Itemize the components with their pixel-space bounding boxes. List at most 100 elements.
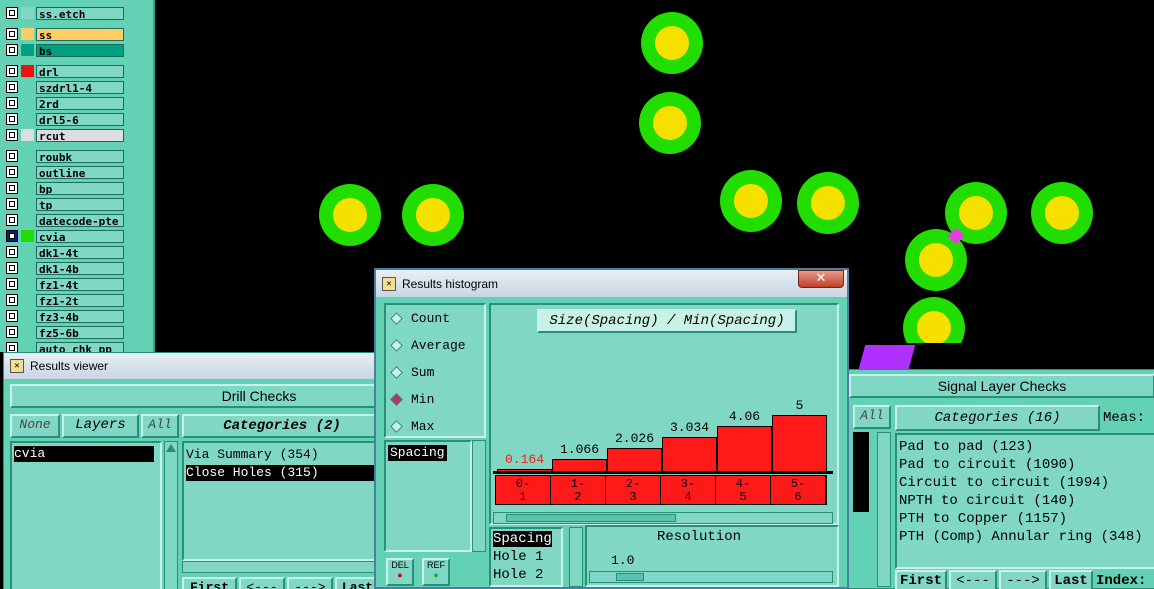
layer-row[interactable]: fz5-6b (6, 325, 124, 339)
layer-name[interactable]: fz1-4t (36, 277, 124, 291)
layer-color-swatch[interactable] (21, 44, 34, 56)
category-label[interactable]: 2- 3 (606, 476, 661, 504)
via-pad[interactable] (639, 92, 701, 154)
layer-name[interactable]: szdrl1-4 (36, 80, 124, 94)
layer-checkbox[interactable] (6, 7, 18, 19)
layer-color-swatch[interactable] (21, 150, 34, 162)
all-button[interactable]: All (141, 414, 179, 438)
scroll-up-icon[interactable] (166, 444, 176, 452)
layer-checkbox[interactable] (6, 65, 18, 77)
layer-list[interactable]: cvia (10, 441, 162, 589)
close-button[interactable]: ✕ (798, 270, 844, 288)
layer-color-swatch[interactable] (21, 28, 34, 40)
histogram-bar[interactable] (607, 448, 662, 471)
layer-row[interactable]: rcut (6, 128, 124, 142)
layer-checkbox[interactable] (6, 44, 18, 56)
layer-name[interactable]: drl5-6 (36, 112, 124, 126)
measure-item[interactable]: Spacing (493, 531, 552, 547)
layer-name[interactable]: dk1-4b (36, 261, 124, 275)
category-label[interactable]: 5- 6 (771, 476, 826, 504)
layer-checkbox[interactable] (6, 294, 18, 306)
category-item[interactable]: PTH (Comp) Annular ring (348) (899, 529, 1143, 545)
via-pad[interactable] (1031, 182, 1093, 244)
layer-color-swatch[interactable] (21, 246, 34, 258)
histogram-bar[interactable] (662, 437, 717, 471)
histogram-bar[interactable] (717, 426, 772, 471)
attribute-list-scrollbar[interactable] (472, 440, 486, 552)
layer-row[interactable]: 2rd (6, 96, 124, 110)
prev-button[interactable]: <--- (949, 570, 997, 589)
category-item[interactable]: Circuit to circuit (1994) (899, 475, 1109, 491)
measure-item[interactable]: Hole 2 (493, 567, 543, 583)
scroll-thumb[interactable] (506, 514, 676, 522)
layer-list-scrollbar[interactable] (877, 432, 891, 587)
measure-item[interactable]: Hole 1 (493, 549, 543, 565)
first-button[interactable]: First (895, 570, 947, 589)
layer-checkbox[interactable] (6, 182, 18, 194)
categories-hscroll[interactable] (182, 561, 382, 573)
layer-name[interactable]: ss (36, 27, 124, 41)
attribute-list[interactable]: Spacing (384, 440, 472, 552)
layer-row[interactable]: dk1-4t (6, 245, 124, 259)
layer-checkbox[interactable] (6, 28, 18, 40)
layer-checkbox[interactable] (6, 97, 18, 109)
categories-list[interactable]: Via Summary (354) Close Holes (315) (182, 441, 382, 561)
layer-checkbox[interactable] (6, 129, 18, 141)
layer-checkbox[interactable] (6, 326, 18, 338)
layer-checkbox[interactable] (6, 230, 18, 242)
layer-color-swatch[interactable] (21, 97, 34, 109)
layer-row[interactable]: outline (6, 165, 124, 179)
layer-color-swatch[interactable] (21, 214, 34, 226)
all-button[interactable]: All (853, 405, 891, 429)
layer-name[interactable]: outline (36, 165, 124, 179)
category-label[interactable]: 0- 1 (496, 476, 551, 504)
via-pad[interactable] (720, 170, 782, 232)
category-label[interactable]: 4- 5 (716, 476, 771, 504)
layers-button[interactable]: Layers (62, 414, 139, 438)
category-label[interactable]: 1- 2 (551, 476, 606, 504)
layer-color-swatch[interactable] (21, 182, 34, 194)
histogram-titlebar[interactable]: ✕ Results histogram (376, 270, 847, 297)
layer-color-swatch[interactable] (21, 65, 34, 77)
via-pad[interactable] (319, 184, 381, 246)
layer-checkbox[interactable] (6, 113, 18, 125)
ref-button[interactable]: REF ● (422, 558, 450, 586)
layer-color-swatch[interactable] (21, 166, 34, 178)
prev-button[interactable]: <--- (239, 577, 285, 589)
category-item[interactable]: Via Summary (354) (186, 447, 319, 463)
layer-checkbox[interactable] (6, 278, 18, 290)
category-label[interactable]: 3- 4 (661, 476, 716, 504)
layer-name[interactable]: dk1-4t (36, 245, 124, 259)
layer-name[interactable]: fz1-2t (36, 293, 124, 307)
last-button[interactable]: Last (1049, 570, 1093, 589)
results-viewer-titlebar[interactable]: ✕ Results viewer (4, 353, 382, 379)
via-pad[interactable] (641, 12, 703, 74)
layer-row[interactable]: bs (6, 43, 124, 57)
category-item[interactable]: Pad to pad (123) (899, 439, 1033, 455)
layer-row[interactable]: ss (6, 27, 124, 41)
list-item[interactable]: Spacing (388, 445, 447, 461)
layer-color-swatch[interactable] (21, 198, 34, 210)
layer-row[interactable]: dk1-4b (6, 261, 124, 275)
radio-max[interactable]: Max (390, 419, 434, 434)
layer-color-swatch[interactable] (21, 81, 34, 93)
layer-name[interactable]: roubk (36, 149, 124, 163)
layer-color-swatch[interactable] (21, 278, 34, 290)
del-button[interactable]: DEL ● (386, 558, 414, 586)
layer-name[interactable]: rcut (36, 128, 124, 142)
category-item[interactable]: PTH to Copper (1157) (899, 511, 1067, 527)
layer-color-swatch[interactable] (21, 7, 34, 19)
layer-name[interactable]: cvia (36, 229, 124, 243)
next-button[interactable]: ---> (287, 577, 333, 589)
layer-checkbox[interactable] (6, 246, 18, 258)
layer-checkbox[interactable] (6, 166, 18, 178)
layer-color-swatch[interactable] (21, 262, 34, 274)
layer-name[interactable]: bs (36, 43, 124, 57)
layer-checkbox[interactable] (6, 150, 18, 162)
histogram-bar[interactable] (552, 459, 607, 471)
layer-color-swatch[interactable] (21, 310, 34, 322)
category-item[interactable]: NPTH to circuit (140) (899, 493, 1075, 509)
resolution-slider[interactable] (589, 571, 833, 583)
layer-color-swatch[interactable] (21, 230, 34, 242)
category-item-selected[interactable]: Close Holes (315) (186, 465, 382, 481)
